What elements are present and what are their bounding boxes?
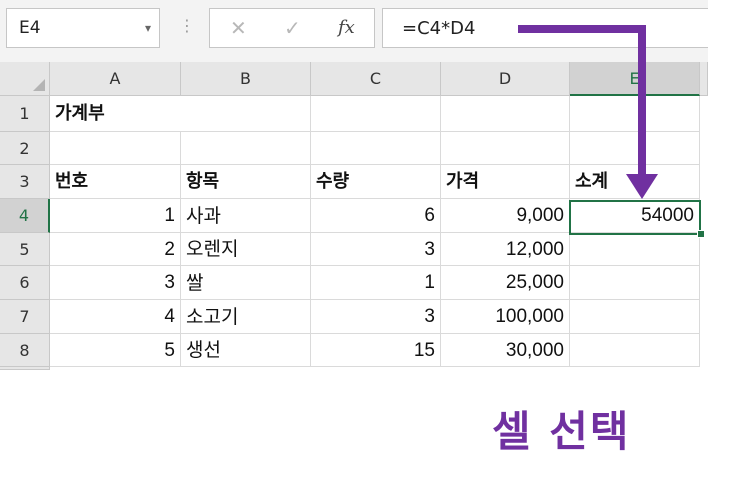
annotation-caption: 셀 선택 (492, 407, 631, 456)
